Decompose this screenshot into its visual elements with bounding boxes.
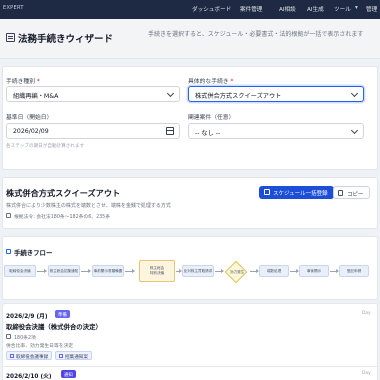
- flow-title: 手続きフロー: [14, 249, 53, 257]
- flow-chart-icon: [6, 249, 11, 254]
- document-chip[interactable]: 取締役会議事録: [6, 351, 53, 360]
- page-subtitle: 手続きを選択すると、スケジュール・必要書式・法的根拠が一括で表示されます: [148, 31, 364, 38]
- document-icon: [10, 354, 14, 358]
- step-day: Day: [362, 371, 371, 376]
- procedure-label: 具体的な手続き *: [188, 79, 234, 85]
- flow-node: 端数処理: [259, 265, 289, 277]
- base-date-input[interactable]: 2026/02/09: [6, 123, 180, 139]
- flow-node: 反対株主買取請求: [182, 265, 214, 277]
- clipboard-icon: [6, 33, 15, 42]
- flow-node: 登記申請: [339, 265, 369, 277]
- procedure-title: 株式併合方式スクイーズアウト: [6, 188, 121, 198]
- brand-logo[interactable]: EXPERT: [3, 5, 24, 11]
- procedure-description: 株式併合により少数株主の株式を端数とさせ、端株を金銭で処理する方式: [6, 203, 171, 209]
- category-value: 組織再編・M&A: [13, 93, 59, 100]
- related-case-value: -- なし --: [195, 130, 221, 137]
- flow-decision-label: 効力発生: [230, 270, 245, 274]
- flow-node: 事前開示書類備置: [92, 265, 124, 277]
- flow-arrow: [125, 269, 135, 273]
- schedule-register-button[interactable]: スケジュール一括登録: [259, 186, 334, 199]
- calendar-icon[interactable]: [166, 127, 174, 135]
- chevron-down-icon: ▾: [355, 5, 358, 11]
- nav-admin[interactable]: 管理: [366, 5, 377, 13]
- document-chip[interactable]: 招集通知案: [55, 351, 92, 360]
- base-date-hint: 各ステップの期日が自動計算されます: [6, 144, 85, 149]
- flow-arrow: [250, 269, 259, 273]
- flow-arrow: [290, 269, 299, 273]
- base-date-value: 2026/02/09: [13, 128, 49, 135]
- nav-ai-generate[interactable]: AI生成: [307, 5, 324, 13]
- copy-button[interactable]: コピー: [333, 186, 370, 199]
- flow-arrow: [81, 269, 91, 273]
- nav-dashboard[interactable]: ダッシュボード: [192, 5, 231, 13]
- procedure-value: 株式併合方式スクイーズアウト: [195, 93, 282, 100]
- step-date: 2026/2/10 (火): [6, 374, 52, 380]
- category-label: 手続き種別 *: [6, 79, 40, 85]
- flow-arrow: [37, 269, 47, 273]
- flow-arrow: [330, 269, 339, 273]
- related-case-select[interactable]: -- なし --: [188, 123, 364, 139]
- base-date-label: 基準日（開始日）: [6, 115, 53, 121]
- step-title: 取締役会決議（株式併合の決定）: [6, 323, 102, 331]
- copy-icon: [338, 190, 343, 196]
- flow-node: 取締役会決議: [4, 265, 36, 277]
- flow-node: 株主総会招集通知: [48, 265, 80, 277]
- step-description: 併合比率、効力発生日等を決定: [6, 344, 74, 349]
- related-case-label: 関連案件（任意）: [188, 115, 235, 121]
- legal-basis: 根拠法令: 会社法180条〜182条の6、235条: [14, 215, 111, 220]
- chevron-down-icon: [350, 126, 359, 135]
- step-badge: 準備: [55, 310, 70, 318]
- chevron-down-icon: [350, 89, 359, 98]
- calendar-icon: [264, 189, 270, 195]
- step-day: Day: [362, 311, 371, 316]
- step-badge: 通知: [61, 370, 76, 378]
- chevron-down-icon: [166, 89, 175, 98]
- book-icon: [6, 334, 11, 339]
- book-icon: [6, 213, 11, 218]
- document-icon: [59, 354, 63, 358]
- divider: [2, 366, 378, 367]
- nav-ai-consult[interactable]: AI相談: [279, 5, 296, 13]
- procedure-select[interactable]: 株式併合方式スクイーズアウト: [188, 86, 364, 102]
- flow-node-highlight: 株主総会 特別決議: [139, 260, 175, 282]
- top-navbar: EXPERT ダッシュボード 案件管理 AI相談 AI生成 ツール ▾ 管理: [0, 0, 380, 19]
- step-date: 2026/2/9 (月): [6, 314, 48, 320]
- flow-node: 事後開示: [299, 265, 329, 277]
- flow-arrow: [176, 269, 182, 273]
- nav-tools[interactable]: ツール: [334, 5, 351, 13]
- nav-case-management[interactable]: 案件管理: [240, 5, 262, 13]
- flow-arrow: [215, 269, 224, 273]
- step-legal-ref: 180条2項: [14, 336, 36, 341]
- category-select[interactable]: 組織再編・M&A: [6, 86, 180, 102]
- page-title: 法務手続きウィザード: [18, 34, 114, 45]
